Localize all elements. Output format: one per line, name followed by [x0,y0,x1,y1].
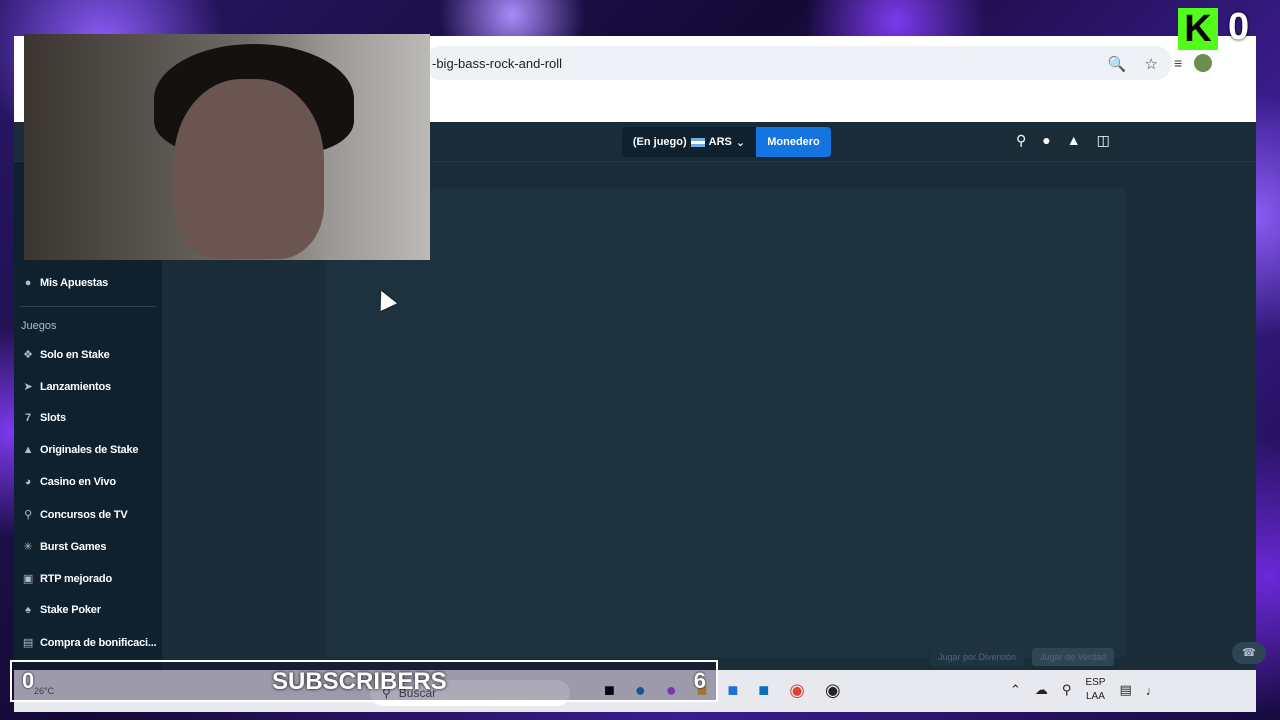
user-icon[interactable]: ● [1042,132,1050,149]
webcam-overlay [24,34,430,260]
headset-icon: ◕ [24,476,32,488]
sidebar-item-rtp-mejorado[interactable]: ▣ RTP mejorado [22,572,112,586]
sidebar-item-lanzamientos[interactable]: ➤ Lanzamientos [22,380,111,394]
sidebar-item-label: Stake Poker [40,604,101,616]
sidebar-item-solo-en-stake[interactable]: ❖ Solo en Stake [22,348,110,362]
profile-avatar[interactable] [1194,54,1213,72]
star-icon[interactable]: ☆ [1145,55,1158,73]
sidebar-item-my-bets[interactable]: ● Mis Apuestas [22,277,109,289]
burst-icon: ✳ [23,541,33,553]
sidebar-item-label: Compra de bonificaci... [40,636,157,649]
sidebar-item-slots[interactable]: 7 Slots [22,412,66,424]
subscribers-title: SUBSCRIBERS [272,668,447,695]
play-for-fun-button[interactable]: Jugar por Diversión [930,648,1025,666]
bets-icon: ● [24,277,32,289]
url-text: -big-bass-rock-and-roll [432,55,563,71]
microphone-icon: ⚲ [24,509,32,521]
chevron-up-icon[interactable]: ⌃ [1010,682,1021,698]
currency-label: ARS [708,136,732,148]
play-for-real-button[interactable]: Jugar de Verdad [1032,648,1115,666]
sidebar-item-label: Slots [40,412,66,424]
microphone-icon[interactable]: ⚲ [1062,682,1072,698]
argentina-flag-icon [690,137,705,147]
rtp-icon: ▣ [22,573,34,585]
support-chat-icon[interactable]: ☎ [1232,642,1266,664]
balance-label: (En juego) [632,136,687,148]
sidebar-item-label: Lanzamientos [40,380,111,393]
network-icon[interactable]: ▤ [1119,682,1131,698]
sidebar-item-label: Concursos de TV [40,508,128,521]
sidebar-item-compra-bonificacion[interactable]: ▤ Compra de bonificaci... [22,636,157,650]
address-bar[interactable]: -big-bass-rock-and-roll 🔍 ☆ [424,46,1172,80]
sidebar-item-stake-poker[interactable]: ♠ Stake Poker [22,604,101,616]
sidebar-item-concursos-tv[interactable]: ⚲ Concursos de TV [22,508,128,522]
balance-selector[interactable]: (En juego) ARS ⌄ [622,127,756,157]
sidebar-item-label: Originales de Stake [40,444,139,456]
stake-icon: ❖ [23,349,33,361]
rocket-icon: ➤ [23,381,33,393]
subscribers-right-count: 6 [693,668,706,693]
sidebar-item-burst-games[interactable]: ✳ Burst Games [22,540,107,554]
language-indicator[interactable]: ESP LAA [1085,676,1105,704]
kick-logo-icon: K [1178,8,1218,50]
wallet-button[interactable]: Monedero [756,127,831,157]
store-icon[interactable]: ■ [728,680,739,701]
search-icon[interactable]: ⚲ [1016,132,1026,149]
subscribers-left-count: 0 [22,668,35,693]
sidebar-item-casino-en-vivo[interactable]: ◕ Casino en Vivo [22,476,116,488]
keyboard-layout: LAA [1085,691,1105,702]
poker-icon: ♠ [25,604,31,616]
bonus-icon: ▤ [22,637,34,649]
obs-icon[interactable]: ◉ [825,680,841,701]
sidebar-item-label: RTP mejorado [40,572,112,585]
game-frame[interactable] [326,188,1126,658]
fire-icon: ▲ [22,444,34,456]
chrome-icon[interactable]: ◉ [789,680,805,701]
sidebar-toggle-icon[interactable]: ◫ [1097,132,1110,149]
divider [20,306,156,307]
zoom-icon[interactable]: 🔍 [1108,55,1127,73]
sidebar-item-label: Solo en Stake [40,348,110,361]
outlook-icon[interactable]: ■ [758,680,769,701]
kick-count: 0 [1228,6,1250,48]
volume-icon[interactable]: ♩ [1146,683,1159,698]
streamer-face [174,79,324,259]
menu-icon[interactable]: ≡ [1174,55,1182,71]
sidebar-item-label: Mis Apuestas [40,277,109,289]
language-code: ESP [1085,677,1106,688]
sidebar-item-label: Burst Games [40,540,107,553]
slots-icon: 7 [25,412,31,424]
subscribers-overlay: 0 SUBSCRIBERS 6 [10,660,718,702]
sidebar-item-originales[interactable]: ▲ Originales de Stake [22,444,139,456]
sidebar-item-label: Casino en Vivo [40,476,116,488]
cloud-icon[interactable]: ☁ [1035,682,1048,698]
chevron-down-icon: ⌄ [735,136,746,149]
notification-bell-icon[interactable]: ▲ [1067,132,1081,149]
section-title-games: Juegos [21,320,57,332]
